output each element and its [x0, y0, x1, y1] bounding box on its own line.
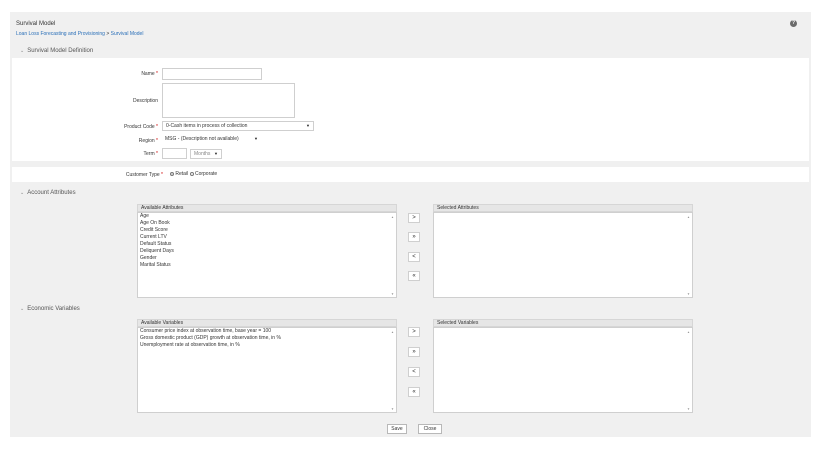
scroll-down-icon[interactable]: ▼	[391, 292, 394, 296]
dropdown-arrow-icon: ▼	[254, 136, 258, 141]
region-label: Region *	[138, 138, 158, 144]
scroll-up-icon[interactable]: ▲	[391, 330, 394, 334]
list-item[interactable]: Consumer price index at observation time…	[138, 328, 396, 335]
customer-type-label: Customer Type *	[125, 172, 163, 178]
product-code-select[interactable]: 0-Cash items in process of collection ▼	[162, 121, 314, 131]
breadcrumb-parent[interactable]: Loan Loss Forecasting and Provisioning	[16, 31, 105, 37]
move-one-button[interactable]: >	[408, 327, 420, 337]
radio-corporate[interactable]	[189, 171, 194, 176]
selected-attributes-header: Selected Attributes	[433, 204, 693, 212]
section-title-economic-variables: Economic Variables	[27, 306, 80, 312]
move-all-button[interactable]: »	[408, 347, 420, 357]
available-variables-header: Available Variables	[137, 319, 397, 327]
term-input[interactable]	[162, 148, 187, 159]
customer-type-group: Retail Corporate	[170, 171, 217, 177]
list-item[interactable]: Gender	[138, 255, 396, 262]
section-title-definition: Survival Model Definition	[27, 48, 94, 54]
available-variables-list[interactable]: Consumer price index at observation time…	[137, 327, 397, 413]
breadcrumb-current[interactable]: Survival Model	[111, 31, 144, 37]
remove-all-button[interactable]: «	[408, 271, 420, 281]
list-item[interactable]: Gross domestic product (GDP) growth at o…	[138, 335, 396, 342]
help-icon[interactable]: ?	[790, 20, 797, 27]
list-item[interactable]: Age On Book	[138, 220, 396, 227]
scroll-up-icon[interactable]: ▲	[687, 215, 690, 219]
selected-variables-header: Selected Variables	[433, 319, 693, 327]
move-one-button[interactable]: >	[408, 213, 420, 223]
collapse-chevron-icon: ⌄	[20, 306, 25, 312]
scroll-up-icon[interactable]: ▲	[391, 215, 394, 219]
available-attributes-list[interactable]: Age Age On Book Credit Score Current LTV…	[137, 212, 397, 298]
breadcrumb-separator: >	[106, 31, 110, 37]
description-label: Description	[132, 98, 158, 104]
list-item[interactable]: Current LTV	[138, 234, 396, 241]
scroll-up-icon[interactable]: ▲	[687, 330, 690, 334]
list-item[interactable]: Age	[138, 213, 396, 220]
radio-retail-label: Retail	[175, 171, 189, 177]
list-item[interactable]: Credit Score	[138, 227, 396, 234]
remove-all-button[interactable]: «	[408, 387, 420, 397]
term-label: Term *	[143, 151, 158, 157]
save-button[interactable]: Save	[387, 424, 407, 434]
description-textarea[interactable]	[162, 83, 295, 118]
scroll-down-icon[interactable]: ▼	[391, 407, 394, 411]
available-attributes-header: Available Attributes	[137, 204, 397, 212]
term-unit-select[interactable]: Months ▼	[190, 149, 222, 159]
collapse-chevron-icon: ⌄	[20, 190, 25, 196]
radio-retail[interactable]	[170, 171, 174, 176]
remove-one-button[interactable]: <	[408, 367, 420, 377]
remove-one-button[interactable]: <	[408, 252, 420, 262]
list-item[interactable]: Unemployment rate at observation time, i…	[138, 342, 396, 349]
selected-variables-list[interactable]: ▲ ▼	[433, 327, 693, 413]
product-code-label: Product Code *	[124, 124, 158, 130]
region-select[interactable]: MSG - (Description not available) ▼	[162, 135, 258, 145]
scroll-down-icon[interactable]: ▼	[687, 292, 690, 296]
list-item[interactable]: Marital Status	[138, 262, 396, 269]
list-item[interactable]: Default Status	[138, 241, 396, 248]
close-button[interactable]: Close	[418, 424, 442, 434]
name-label: Name *	[141, 71, 158, 77]
selected-attributes-list[interactable]: ▲ ▼	[433, 212, 693, 298]
move-all-button[interactable]: »	[408, 232, 420, 242]
breadcrumb: Loan Loss Forecasting and Provisioning >…	[16, 31, 143, 37]
section-header-account-attributes[interactable]: ⌄ Account Attributes	[20, 190, 76, 196]
list-item[interactable]: Deliquent Days	[138, 248, 396, 255]
section-title-account-attributes: Account Attributes	[27, 190, 76, 196]
name-input[interactable]	[162, 68, 262, 80]
dropdown-arrow-icon: ▼	[214, 151, 218, 156]
section-header-definition[interactable]: ⌄ Survival Model Definition	[20, 48, 93, 54]
scroll-down-icon[interactable]: ▼	[687, 407, 690, 411]
radio-corporate-label: Corporate	[194, 171, 218, 177]
collapse-chevron-icon: ⌄	[20, 48, 25, 54]
page-title: Survival Model	[16, 21, 56, 27]
dropdown-arrow-icon: ▼	[306, 123, 310, 128]
section-header-economic-variables[interactable]: ⌄ Economic Variables	[20, 306, 80, 312]
